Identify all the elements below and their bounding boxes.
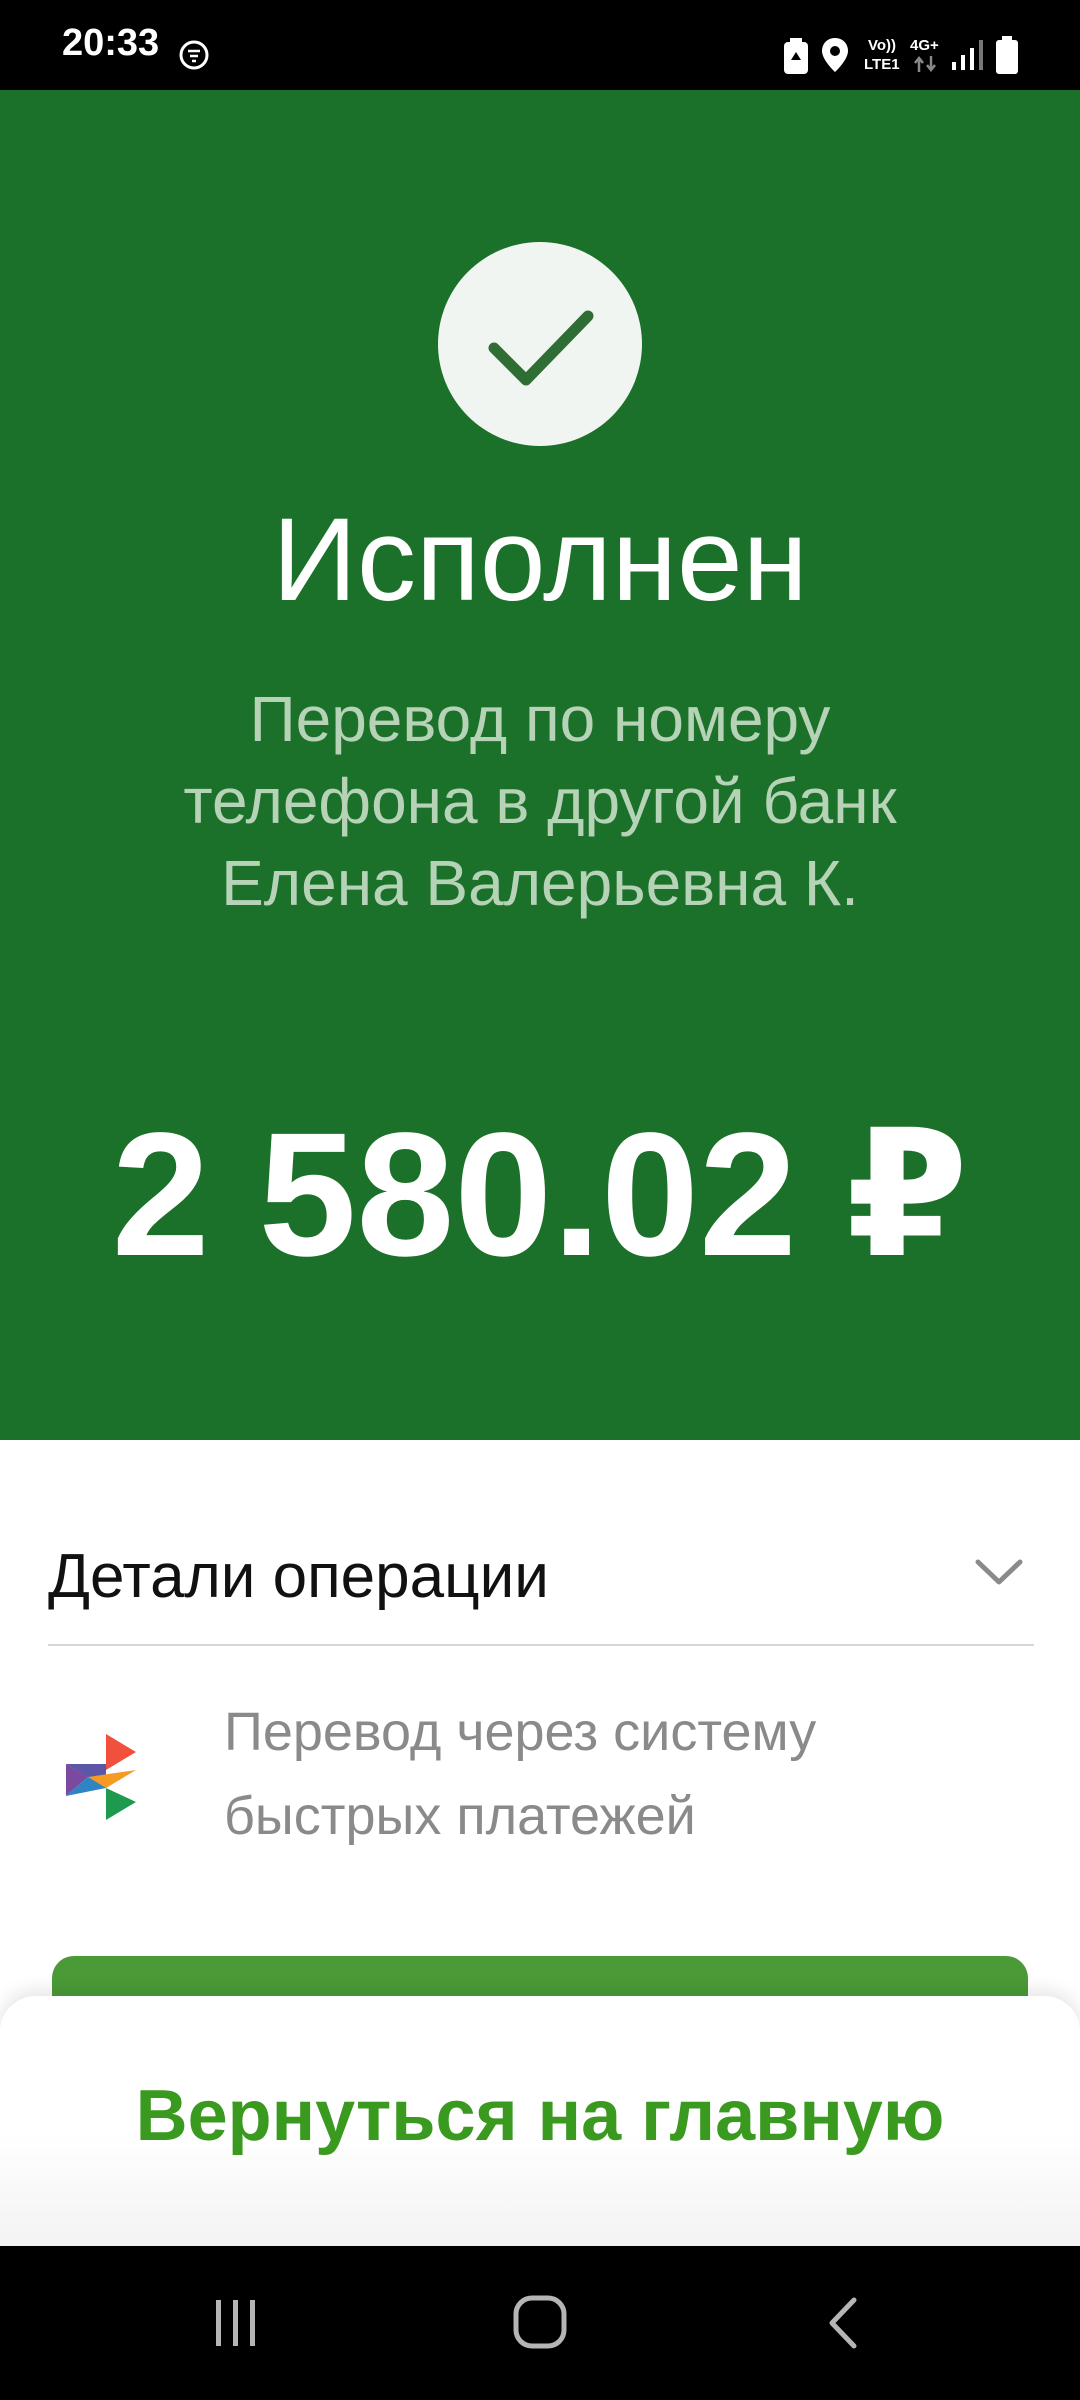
description-line: Перевод по номеру: [249, 683, 831, 755]
success-badge: [438, 242, 642, 446]
transfer-amount: 2 580.02 ₽: [111, 1097, 969, 1293]
recipient-name: Елена Валерьевна К.: [221, 847, 859, 919]
operation-description: Перевод по номеру телефона в другой банк…: [0, 678, 1080, 924]
payment-system-line: Перевод через систему: [224, 1702, 817, 1762]
home-icon[interactable]: [500, 2288, 580, 2358]
screen: 20:33 Vo)) LTE1 4G+ Исполнен Перевод по …: [0, 0, 1080, 2400]
back-icon[interactable]: [804, 2288, 884, 2358]
status-bar: 20:33 Vo)) LTE1 4G+: [0, 0, 1080, 90]
data-arrows-icon: [914, 56, 936, 72]
recent-apps-icon[interactable]: [196, 2288, 276, 2358]
network-type-label: 4G+: [910, 37, 939, 54]
volte-label: Vo)): [868, 37, 897, 54]
operation-details-toggle[interactable]: Детали операции: [48, 1500, 1034, 1646]
return-home-button[interactable]: Вернуться на главную: [0, 2056, 1080, 2176]
success-header: Исполнен Перевод по номеру телефона в др…: [0, 90, 1080, 1440]
details-title: Детали операции: [48, 1542, 549, 1611]
payment-system-row: Перевод через систему быстрых платежей: [48, 1690, 1034, 1870]
checkmark-icon: [488, 310, 594, 386]
status-time: 20:33: [62, 22, 160, 64]
operation-status-title: Исполнен: [272, 494, 808, 626]
bottom-sheet: Вернуться на главную: [0, 1996, 1080, 2246]
navigation-bar: [0, 2246, 1080, 2400]
payment-system-line: быстрых платежей: [224, 1786, 696, 1846]
battery-saver-icon: [784, 38, 808, 74]
signal-icon: [952, 40, 983, 70]
notification-icon: [179, 40, 209, 70]
description-line: телефона в другой банк: [183, 765, 897, 837]
location-icon: [822, 38, 848, 72]
sbp-logo-icon: [66, 1734, 136, 1820]
payment-system-label: Перевод через систему быстрых платежей: [224, 1690, 816, 1858]
battery-icon: [996, 36, 1018, 74]
lte-label: LTE1: [864, 56, 900, 73]
chevron-down-icon[interactable]: [964, 1544, 1034, 1604]
